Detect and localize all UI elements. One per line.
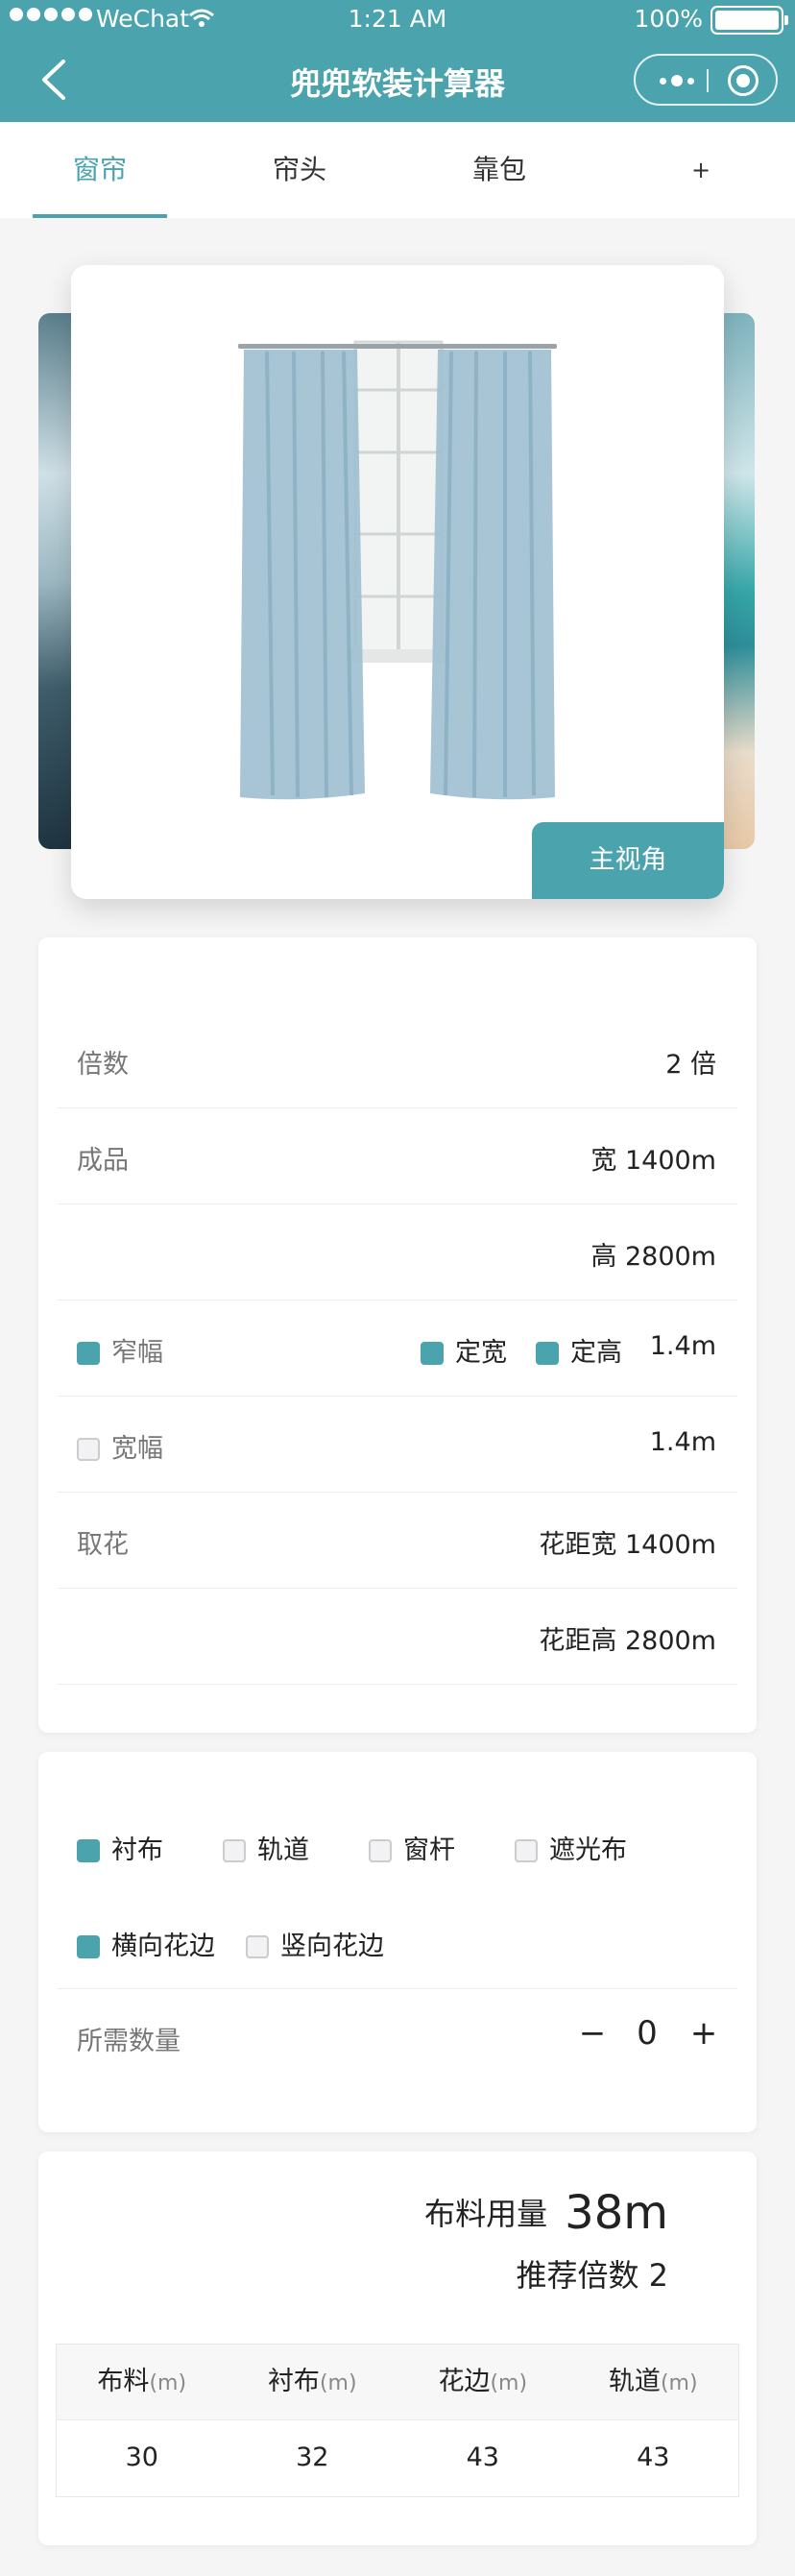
column-lining-unit: (m) — [319, 2371, 357, 2395]
fixed-height-option[interactable]: 定高 — [536, 1331, 622, 1369]
table-cell-track: 43 — [637, 2442, 670, 2472]
fabric-usage-label: 布料用量 — [424, 2196, 548, 2232]
table-cell-fabric: 30 — [125, 2442, 158, 2472]
wide-width-value[interactable]: 1.4m — [650, 1427, 716, 1457]
close-target-icon[interactable] — [728, 65, 759, 96]
status-bar: WeChat 1:21 AM 100% — [0, 0, 795, 38]
narrow-width-row: 窄幅 定宽 定高 1.4m — [58, 1300, 737, 1397]
tab-bar: 窗帘 帘头 靠包 + — [0, 122, 795, 218]
column-fabric: 布料(m) — [57, 2345, 228, 2419]
horizontal-trim-checkbox[interactable] — [77, 1935, 100, 1958]
finished-height-value[interactable]: 高 2800m — [590, 1235, 716, 1273]
narrow-label: 窄幅 — [111, 1338, 163, 1368]
tab-add[interactable]: + — [662, 122, 739, 218]
multiple-label: 倍数 — [77, 1050, 129, 1080]
material-table: 布料(m) 衬布(m) 花边(m) 轨道(m) 30 32 43 43 — [56, 2344, 739, 2497]
pattern-width-value[interactable]: 花距宽 1400m — [539, 1523, 716, 1561]
option-lining[interactable]: 衬布 — [77, 1829, 163, 1866]
top-bar: WeChat 1:21 AM 100% 兜兜软装计算器 — [0, 0, 795, 122]
size-panel: 倍数 2 倍 成品 宽 1400m 高 2800m 窄幅 定宽 定高 1.4m … — [38, 937, 757, 1733]
column-fabric-unit: (m) — [149, 2371, 187, 2395]
pattern-height-value[interactable]: 花距高 2800m — [539, 1619, 716, 1657]
rod-checkbox[interactable] — [369, 1839, 392, 1862]
wide-label: 宽幅 — [111, 1434, 163, 1464]
fixed-width-label: 定宽 — [455, 1338, 507, 1368]
fabric-usage: 布料用量 38m — [424, 2186, 668, 2240]
option-track[interactable]: 轨道 — [223, 1829, 309, 1866]
fixed-width-checkbox[interactable] — [421, 1342, 444, 1365]
gallery-main-card: 主视角 — [71, 265, 724, 899]
column-lining: 衬布(m) — [228, 2345, 398, 2419]
result-panel: 布料用量 38m 推荐倍数 2 布料(m) 衬布(m) 花边(m) 轨道(m) 3… — [38, 2151, 757, 2545]
tab-curtain[interactable]: 窗帘 — [33, 122, 167, 218]
vertical-trim-label: 竖向花边 — [280, 1932, 384, 1961]
track-checkbox[interactable] — [223, 1839, 246, 1862]
fabric-usage-value: 38m — [565, 2186, 668, 2240]
blackout-checkbox[interactable] — [515, 1839, 538, 1862]
main-view-button[interactable]: 主视角 — [532, 822, 724, 899]
wide-checkbox[interactable] — [77, 1438, 100, 1461]
column-lining-name: 衬布 — [267, 2367, 320, 2396]
options-panel: 衬布 轨道 窗杆 遮光布 横向花边 竖向花边 所需数量 − 0 + — [38, 1752, 757, 2132]
column-track-name: 轨道 — [608, 2367, 661, 2396]
quantity-stepper: − 0 + — [576, 2014, 720, 2062]
quantity-row: 所需数量 − 0 + — [58, 1988, 737, 2084]
curtain-image — [238, 340, 557, 800]
column-trim-name: 花边 — [438, 2367, 491, 2396]
fixed-width-option[interactable]: 定宽 — [421, 1331, 507, 1369]
quantity-label: 所需数量 — [77, 2027, 181, 2056]
column-track: 轨道(m) — [568, 2345, 739, 2419]
fixed-height-label: 定高 — [570, 1338, 622, 1368]
column-trim-unit: (m) — [490, 2371, 528, 2395]
finished-height-row[interactable]: 高 2800m — [58, 1204, 737, 1300]
table-cell-lining: 32 — [296, 2442, 329, 2472]
column-fabric-name: 布料 — [97, 2367, 150, 2396]
narrow-checkbox[interactable] — [77, 1342, 100, 1365]
more-icon[interactable] — [653, 69, 701, 92]
mini-program-capsule — [634, 54, 778, 106]
pattern-width-row[interactable]: 取花 花距宽 1400m — [58, 1493, 737, 1589]
finished-label: 成品 — [77, 1146, 129, 1176]
finished-width-value[interactable]: 宽 1400m — [590, 1139, 716, 1177]
quantity-value[interactable]: 0 — [626, 2014, 668, 2053]
vertical-trim-checkbox[interactable] — [246, 1935, 269, 1958]
tab-cushion[interactable]: 靠包 — [432, 122, 566, 218]
multiple-value[interactable]: 2 倍 — [665, 1043, 716, 1081]
quantity-plus-button[interactable]: + — [687, 2014, 720, 2053]
option-horizontal-trim[interactable]: 横向花边 — [77, 1925, 215, 1962]
rod-label: 窗杆 — [403, 1835, 455, 1865]
capsule-divider — [707, 69, 709, 92]
wide-option[interactable]: 宽幅 — [77, 1427, 163, 1465]
option-rod[interactable]: 窗杆 — [369, 1829, 455, 1866]
table-header: 布料(m) 衬布(m) 花边(m) 轨道(m) — [57, 2345, 738, 2419]
blackout-label: 遮光布 — [549, 1835, 627, 1865]
recommended-multiple: 推荐倍数 2 — [516, 2257, 668, 2294]
pattern-label: 取花 — [77, 1530, 129, 1560]
tab-valance[interactable]: 帘头 — [232, 122, 367, 218]
quantity-minus-button[interactable]: − — [576, 2014, 609, 2053]
column-trim: 花边(m) — [398, 2345, 568, 2419]
wide-width-row: 宽幅 1.4m — [58, 1397, 737, 1493]
battery-percent: 100% — [634, 5, 703, 33]
option-blackout[interactable]: 遮光布 — [515, 1829, 627, 1866]
multiple-row[interactable]: 倍数 2 倍 — [58, 1012, 737, 1108]
fixed-height-checkbox[interactable] — [536, 1342, 559, 1365]
column-track-unit: (m) — [660, 2371, 698, 2395]
narrow-option[interactable]: 窄幅 — [77, 1331, 163, 1369]
table-row: 30 32 43 43 — [57, 2419, 738, 2496]
pattern-height-row[interactable]: 花距高 2800m — [58, 1589, 737, 1685]
lining-checkbox[interactable] — [77, 1839, 100, 1862]
finished-width-row[interactable]: 成品 宽 1400m — [58, 1108, 737, 1204]
narrow-width-value[interactable]: 1.4m — [650, 1331, 716, 1361]
tab-indicator — [33, 214, 167, 218]
battery-icon — [711, 6, 788, 35]
option-vertical-trim[interactable]: 竖向花边 — [246, 1925, 384, 1962]
table-cell-trim: 43 — [466, 2442, 499, 2472]
horizontal-trim-label: 横向花边 — [111, 1932, 215, 1961]
lining-label: 衬布 — [111, 1835, 163, 1865]
track-label: 轨道 — [257, 1835, 309, 1865]
